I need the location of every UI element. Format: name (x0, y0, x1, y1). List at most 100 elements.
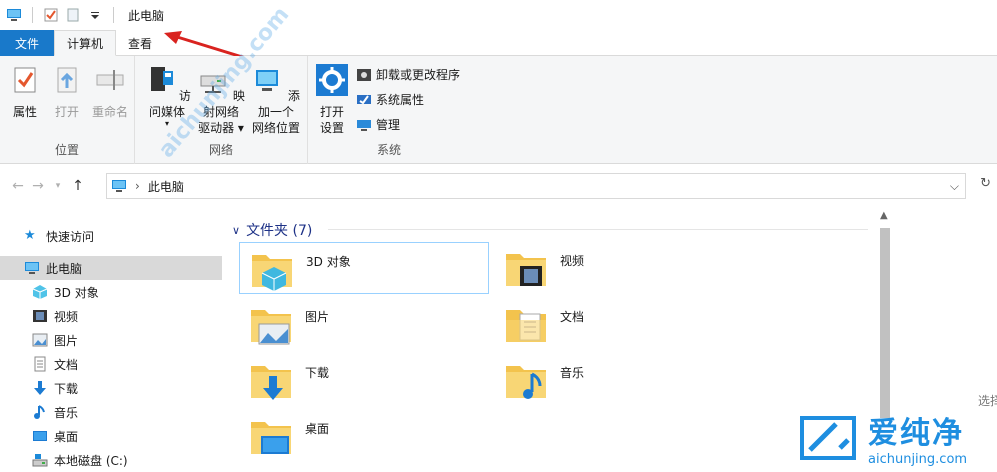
add-network-location-button[interactable]: 添加一个 网络位置 (249, 64, 303, 136)
folder-desktop[interactable]: 桌面 (239, 410, 489, 462)
nav-item-label: 音乐 (54, 405, 79, 420)
quick-access-toolbar (0, 7, 118, 23)
nav-item-documents[interactable]: 文档 (0, 352, 222, 376)
new-folder-icon[interactable] (65, 7, 81, 23)
content-pane: ∨ 文件夹 (7) 3D 对象 视频 图片 文档 下载 音乐 桌面 (224, 208, 874, 468)
desktop-folder-icon (251, 422, 291, 454)
videos-folder-icon (506, 254, 546, 286)
properties-button[interactable]: 属性 (6, 64, 44, 120)
folder-name: 桌面 (305, 422, 330, 436)
navigation-bar: ← → ▾ ↑ › 此电脑 ⌵ ↻ (0, 170, 997, 202)
system-group-label: 系统 (376, 143, 401, 157)
this-pc-icon (112, 180, 126, 192)
watermark-logo: 爱纯净 aichunjing.com (796, 408, 967, 467)
details-pane-text: 选择 (978, 394, 997, 408)
divider (32, 7, 33, 23)
documents-folder-icon (506, 310, 546, 342)
nav-item-label: 文档 (54, 357, 79, 372)
uninstall-icon (357, 68, 371, 81)
open-settings-button[interactable]: 打开 设置 (312, 64, 352, 136)
open-settings-label-line1: 打开 (319, 105, 344, 119)
local-disk-icon (32, 454, 48, 467)
3d-objects-icon (32, 285, 48, 299)
folders-section-title: 文件夹 (7) (246, 223, 313, 239)
this-pc-icon (25, 262, 39, 274)
properties-check-icon[interactable] (43, 7, 59, 23)
folder-pictures[interactable]: 图片 (239, 298, 489, 350)
this-pc-icon (7, 9, 21, 21)
nav-item-downloads[interactable]: 下载 (0, 376, 222, 400)
location-group: 属性 打开 重命名 位置 (0, 56, 135, 164)
watermark-brand: 爱纯净 (868, 416, 964, 451)
tab-computer[interactable]: 计算机 (54, 30, 117, 56)
folder-name: 下载 (305, 366, 330, 380)
recent-locations-icon[interactable]: ▾ (48, 181, 68, 191)
tab-view[interactable]: 查看 (116, 30, 164, 56)
nav-item-label: 本地磁盘 (C:) (54, 453, 128, 468)
nav-quick-access-label: 快速访问 (46, 229, 95, 244)
breadcrumb-this-pc[interactable]: 此电脑 (148, 178, 184, 195)
forward-arrow-icon[interactable]: → (28, 178, 48, 194)
breadcrumb-chevron-icon[interactable]: › (135, 179, 140, 193)
open-label: 打开 (54, 105, 79, 119)
window-title: 此电脑 (128, 8, 165, 23)
uninstall-button[interactable]: 卸载或更改程序 (356, 66, 460, 83)
folder-documents[interactable]: 文档 (494, 298, 744, 350)
back-arrow-icon[interactable]: ← (8, 178, 28, 194)
folder-name: 3D 对象 (306, 255, 351, 269)
nav-item-3d-objects[interactable]: 3D 对象 (0, 280, 222, 304)
system-properties-icon (357, 94, 371, 104)
address-bar[interactable]: › 此电脑 ⌵ (106, 173, 966, 199)
properties-icon (14, 67, 36, 93)
folder-music[interactable]: 音乐 (494, 354, 744, 406)
pictures-folder-icon (251, 310, 291, 345)
nav-this-pc[interactable]: 此电脑 (0, 256, 222, 280)
up-arrow-icon[interactable]: ↑ (68, 178, 88, 194)
add-location-label-line2: 网络位置 (251, 121, 300, 135)
documents-icon (34, 356, 46, 372)
watermark-site: aichunjing.com (868, 452, 968, 467)
pictures-icon (32, 333, 48, 347)
ribbon-tabs: 文件 计算机 查看 (0, 30, 997, 56)
title-bar: 此电脑 (0, 0, 997, 30)
nav-item-label: 桌面 (54, 429, 79, 444)
collapse-chevron-icon[interactable]: ∨ (232, 224, 240, 237)
address-dropdown-icon[interactable]: ⌵ (950, 179, 959, 194)
nav-item-label: 下载 (54, 381, 79, 396)
tab-file[interactable]: 文件 (0, 30, 54, 56)
star-icon: ★ (24, 228, 36, 243)
nav-item-label: 3D 对象 (54, 285, 99, 300)
uninstall-label: 卸载或更改程序 (376, 68, 461, 82)
settings-gear-icon (316, 64, 348, 96)
manage-icon (357, 119, 371, 131)
folder-3d-objects[interactable]: 3D 对象 (239, 242, 489, 294)
watermark-logo-icon (800, 415, 856, 460)
system-properties-button[interactable]: 系统属性 (356, 91, 424, 108)
nav-item-pictures[interactable]: 图片 (0, 328, 222, 352)
scroll-thumb[interactable] (880, 228, 890, 418)
manage-button[interactable]: 管理 (356, 116, 400, 133)
customize-dropdown-icon[interactable] (87, 7, 103, 23)
divider (113, 7, 114, 23)
nav-item-local-disk-c[interactable]: 本地磁盘 (C:) (0, 448, 222, 472)
desktop-icon (33, 431, 47, 441)
dropdown-arrow-icon: ▾ (234, 121, 244, 135)
manage-label: 管理 (376, 118, 401, 132)
folder-name: 图片 (305, 310, 330, 324)
media-server-icon (151, 67, 174, 91)
nav-item-desktop[interactable]: 桌面 (0, 424, 222, 448)
open-button[interactable]: 打开 (48, 64, 86, 120)
nav-item-videos[interactable]: 视频 (0, 304, 222, 328)
folder-downloads[interactable]: 下载 (239, 354, 489, 406)
scroll-up-arrow-icon[interactable]: ▲ (880, 210, 888, 221)
refresh-icon[interactable]: ↻ (980, 176, 991, 191)
nav-quick-access[interactable]: ★ 快速访问 (0, 224, 222, 248)
downloads-folder-icon (251, 366, 291, 400)
nav-item-label: 图片 (54, 333, 79, 348)
folders-section-header[interactable]: ∨ 文件夹 (7) (232, 220, 312, 240)
folder-videos[interactable]: 视频 (494, 242, 744, 294)
section-divider (328, 229, 868, 230)
nav-item-music[interactable]: 音乐 (0, 400, 222, 424)
3d-objects-folder-icon (252, 255, 292, 291)
rename-button[interactable]: 重命名 (88, 64, 132, 120)
